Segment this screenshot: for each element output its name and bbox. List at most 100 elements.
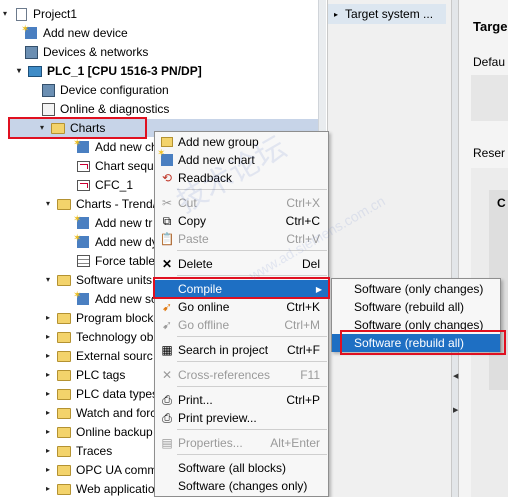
project-icon — [13, 7, 29, 22]
expand-arrow-icon[interactable]: ▸ — [43, 404, 53, 422]
tree-item-device-configuration[interactable]: Device configuration — [40, 81, 169, 99]
tree-item-cfc-1[interactable]: CFC_1 — [75, 176, 133, 194]
add-chart-icon — [73, 135, 91, 155]
menu-separator — [177, 189, 327, 190]
menu-item-paste[interactable]: 📋 Paste Ctrl+V — [155, 230, 328, 248]
expand-arrow-icon[interactable]: ▸ — [43, 461, 53, 479]
tree-item-label: Software units — [76, 273, 153, 287]
tree-item-add-new-trend[interactable]: Add new tr — [73, 211, 153, 232]
menu-item-add-new-group[interactable]: Add new group — [155, 133, 328, 151]
folder-icon — [56, 444, 72, 459]
tree-item-project[interactable]: ▾ Project1 — [0, 5, 77, 23]
tree-item-label: Watch and forc — [76, 406, 157, 420]
menu-item-copy[interactable]: ⧉ Copy Ctrl+C — [155, 212, 328, 230]
tree-item-external-sources[interactable]: ▸ External sourc — [43, 347, 153, 365]
paste-icon: 📋 — [159, 232, 175, 246]
folder-icon — [56, 482, 72, 497]
menu-item-add-new-chart[interactable]: Add new chart — [155, 148, 328, 169]
tree-item-label: Technology ob — [76, 330, 154, 344]
properties-icon: ▤ — [161, 436, 173, 450]
tree-item-plc[interactable]: ▾ PLC_1 [CPU 1516-3 PN/DP] — [14, 62, 202, 80]
menu-separator — [177, 336, 327, 337]
annotation-box-compile — [153, 277, 330, 299]
device-config-icon — [40, 83, 56, 98]
folder-icon — [56, 273, 72, 288]
menu-separator — [177, 250, 327, 251]
network-icon — [23, 45, 39, 60]
expand-arrow-icon[interactable]: ▸ — [43, 442, 53, 460]
menu-item-software-changes-only[interactable]: Software (changes only) — [155, 477, 328, 495]
expand-arrow-icon[interactable]: ▸ — [43, 423, 53, 441]
menu-item-go-online[interactable]: ➹ Go online Ctrl+K — [155, 298, 328, 316]
collapse-arrow-icon[interactable]: ▾ — [43, 195, 53, 213]
menu-item-software-all-blocks[interactable]: Software (all blocks) — [155, 459, 328, 477]
menu-separator — [177, 361, 327, 362]
menu-separator — [177, 429, 327, 430]
tree-item-add-new-dynamic[interactable]: Add new dy — [73, 230, 158, 251]
tree-item-online-diagnostics[interactable]: Online & diagnostics — [40, 100, 169, 118]
expand-arrow-icon[interactable]: ▸ — [334, 10, 338, 19]
tree-item-add-new-chart[interactable]: Add new ch — [73, 135, 158, 156]
menu-item-print[interactable]: ⎙ Print... Ctrl+P — [155, 391, 328, 409]
tree-item-traces[interactable]: ▸ Traces — [43, 442, 112, 460]
print-preview-icon: ⎙ — [162, 410, 172, 425]
tree-item-label: Add new device — [43, 26, 128, 40]
tree-item-program-blocks[interactable]: ▸ Program block — [43, 309, 153, 327]
collapse-arrow-icon[interactable]: ▾ — [43, 271, 53, 289]
folder-icon — [56, 425, 72, 440]
menu-item-search-in-project[interactable]: ▦ Search in project Ctrl+F — [155, 341, 328, 359]
menu-item-print-preview[interactable]: ⎙ Print preview... — [155, 409, 328, 427]
expand-arrow-icon[interactable]: ▸ — [43, 385, 53, 403]
tree-item-label: Add new dy — [95, 235, 158, 249]
collapse-arrow-icon[interactable]: ▾ — [14, 62, 24, 80]
nav-item-label: Target system ... — [345, 7, 434, 21]
tree-item-add-new-software-unit[interactable]: Add new so — [73, 287, 158, 308]
cut-icon: ✂ — [161, 196, 173, 210]
tree-item-add-new-device[interactable]: Add new device — [21, 21, 128, 42]
collapse-arrow-icon[interactable]: ▾ — [0, 5, 10, 23]
tree-item-plc-tags[interactable]: ▸ PLC tags — [43, 366, 125, 384]
tree-item-label: Add new tr — [95, 216, 153, 230]
tree-item-charts-trend[interactable]: ▾ Charts - Trend/ — [43, 195, 156, 213]
tree-item-technology-objects[interactable]: ▸ Technology ob — [43, 328, 153, 346]
add-dynamic-icon — [73, 230, 91, 250]
splitter-arrow-icon[interactable]: ◀ — [453, 372, 458, 380]
menu-item-properties[interactable]: ▤ Properties... Alt+Enter — [155, 434, 328, 452]
expand-arrow-icon[interactable]: ▸ — [43, 309, 53, 327]
pane-splitter[interactable]: ◀ ▶ — [451, 0, 459, 497]
tree-item-watch-force[interactable]: ▸ Watch and forc — [43, 404, 156, 422]
menu-item-go-offline[interactable]: ➹ Go offline Ctrl+M — [155, 316, 328, 334]
folder-icon — [56, 368, 72, 383]
menu-item-readback[interactable]: ⟲ Readback — [155, 169, 328, 187]
tree-item-label: Add new ch — [95, 140, 158, 154]
nav-item-target-system[interactable]: ▸ Target system ... — [328, 4, 446, 24]
splitter-arrow-icon[interactable]: ▶ — [453, 406, 458, 414]
expand-arrow-icon[interactable]: ▸ — [43, 480, 53, 497]
expand-arrow-icon[interactable]: ▸ — [43, 366, 53, 384]
tree-item-force-table[interactable]: Force table — [75, 252, 155, 270]
tree-item-online-backups[interactable]: ▸ Online backup — [43, 423, 153, 441]
menu-item-delete[interactable]: ✕ Delete Del — [155, 255, 328, 273]
submenu-item-software-rebuild-all[interactable]: Software (rebuild all) — [332, 298, 500, 316]
tree-item-web-applications[interactable]: ▸ Web applicatio — [43, 480, 155, 497]
submenu-item-software-only-changes[interactable]: Software (only changes) — [332, 280, 500, 298]
expand-arrow-icon[interactable]: ▸ — [43, 347, 53, 365]
tree-item-chart-sequence[interactable]: Chart sequ — [75, 157, 154, 175]
menu-item-cut[interactable]: ✂ Cut Ctrl+X — [155, 194, 328, 212]
tree-item-devices-networks[interactable]: Devices & networks — [23, 43, 148, 61]
expand-arrow-icon[interactable]: ▸ — [43, 328, 53, 346]
menu-separator — [177, 454, 327, 455]
tree-item-plc-data-types[interactable]: ▸ PLC data types — [43, 385, 158, 403]
tree-item-label: Devices & networks — [43, 45, 149, 59]
tree-item-opc-ua[interactable]: ▸ OPC UA comm — [43, 461, 157, 479]
tree-item-software-units[interactable]: ▾ Software units — [43, 271, 152, 289]
context-menu: Add new group Add new chart ⟲ Readback ✂… — [154, 131, 329, 497]
force-table-icon — [75, 254, 91, 269]
menu-item-cross-references[interactable]: ✕ Cross-references F11 — [155, 366, 328, 384]
search-icon: ▦ — [161, 343, 173, 357]
go-online-icon: ➹ — [161, 300, 173, 314]
folder-icon — [56, 197, 72, 212]
tree-item-label: Traces — [76, 444, 113, 458]
print-icon: ⎙ — [162, 392, 172, 407]
tree-item-label: External sourc — [76, 349, 153, 363]
